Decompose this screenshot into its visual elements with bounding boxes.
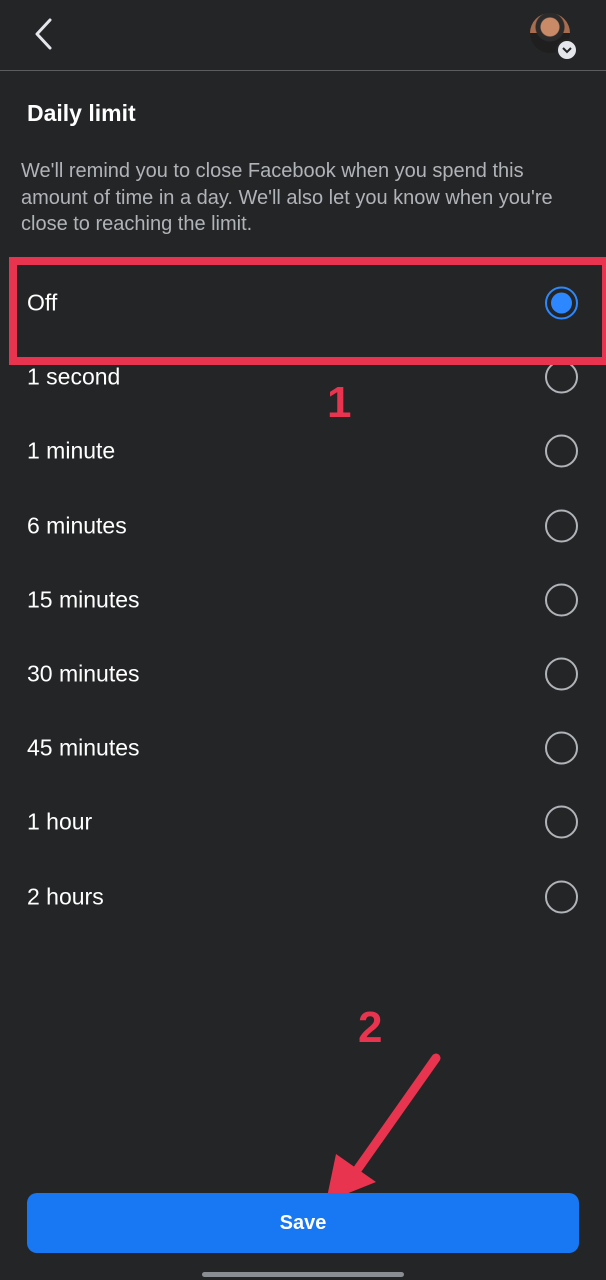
- radio-unchecked-icon[interactable]: [545, 880, 578, 914]
- page-title: Daily limit: [27, 100, 136, 126]
- radio-checked-icon[interactable]: [545, 286, 578, 320]
- option-label: 30 minutes: [27, 660, 140, 687]
- radio-unchecked-icon[interactable]: [545, 731, 578, 765]
- option-label: Off: [27, 289, 58, 316]
- option-row[interactable]: 30 minutes: [0, 637, 606, 711]
- option-row[interactable]: Off: [0, 266, 606, 340]
- option-label: 15 minutes: [27, 586, 140, 613]
- option-label: 6 minutes: [27, 512, 127, 539]
- option-label: 45 minutes: [27, 734, 140, 761]
- option-row[interactable]: 15 minutes: [0, 563, 606, 637]
- radio-unchecked-icon[interactable]: [545, 583, 578, 617]
- option-row[interactable]: 45 minutes: [0, 711, 606, 785]
- radio-unchecked-icon[interactable]: [545, 509, 578, 543]
- limit-options-list: Off 1 second 1 minute 6 minutes 15 minutes 30…: [0, 266, 606, 934]
- save-button[interactable]: Save: [27, 1193, 579, 1253]
- option-row[interactable]: 6 minutes: [0, 489, 606, 563]
- radio-unchecked-icon[interactable]: [545, 360, 578, 394]
- annotation-step-1: 1: [327, 378, 352, 427]
- chevron-left-icon: [35, 18, 52, 50]
- option-label: 1 hour: [27, 808, 93, 835]
- radio-unchecked-icon[interactable]: [545, 805, 578, 839]
- option-row[interactable]: 1 minute: [0, 414, 606, 488]
- page-description: We'll remind you to close Facebook when …: [21, 160, 553, 235]
- option-row[interactable]: 1 hour: [0, 785, 606, 859]
- annotation-step-2: 2: [358, 1003, 383, 1052]
- option-label: 1 second: [27, 363, 121, 390]
- option-label: 1 minute: [27, 437, 116, 464]
- option-row[interactable]: 1 second: [0, 340, 606, 414]
- radio-dot: [551, 292, 572, 314]
- radio-unchecked-icon[interactable]: [545, 434, 578, 468]
- profile-menu-button[interactable]: [530, 13, 578, 61]
- radio-unchecked-icon[interactable]: [545, 657, 578, 691]
- chevron-down-icon: [556, 39, 578, 61]
- option-label: 2 hours: [27, 883, 104, 910]
- top-bar: [0, 0, 606, 71]
- annotation-arrow-icon: [326, 1053, 441, 1202]
- back-button[interactable]: [22, 12, 66, 56]
- home-indicator: [202, 1272, 404, 1277]
- option-row[interactable]: 2 hours: [0, 860, 606, 934]
